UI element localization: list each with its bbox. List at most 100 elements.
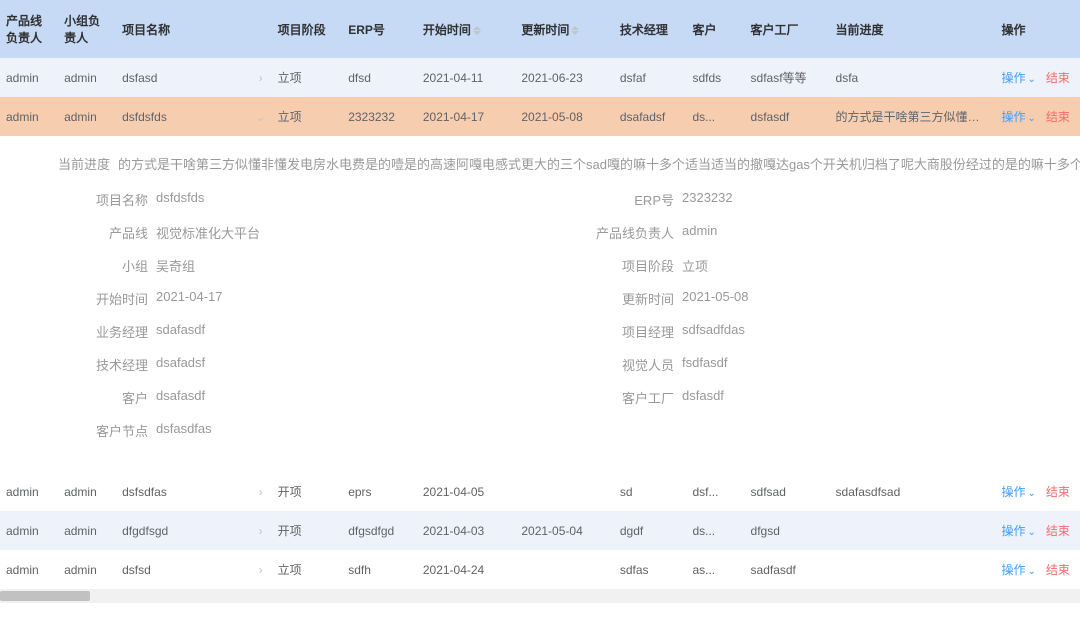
cell: admin [58,472,116,511]
column-header: 客户 [686,0,744,58]
detail-field-label: 产品线负责人 [584,223,674,242]
cell: dsf... [686,472,744,511]
operation-dropdown[interactable]: 操作⌄ [1001,110,1035,124]
end-link[interactable]: 结束 [1046,485,1070,499]
expand-icon[interactable]: › [256,563,266,573]
project-name: dsfasd [122,71,157,85]
cell: sdfas [614,550,687,589]
end-link[interactable]: 结束 [1046,110,1070,124]
cell [830,550,996,589]
end-link[interactable]: 结束 [1046,71,1070,85]
chevron-down-icon: ⌄ [1027,74,1035,85]
operation-dropdown[interactable]: 操作⌄ [1001,524,1035,538]
table-header-row: 产品线负责人小组负责人项目名称项目阶段ERP号开始时间更新时间技术经理客户客户工… [0,0,1080,58]
table-row: adminadmin dsfdsfds ⌄ 立项23232322021-04-1720… [0,97,1080,136]
cell: 立项 [272,97,343,136]
detail-field-label: 项目阶段 [584,256,674,275]
cell: as... [686,550,744,589]
column-header[interactable]: 开始时间 [417,0,516,58]
chevron-down-icon: ⌄ [1027,566,1035,577]
detail-field-label: 客户 [58,388,148,407]
cell: admin [58,511,116,550]
column-header: ERP号 [342,0,417,58]
chevron-down-icon: ⌄ [1027,488,1035,499]
cell: dfgsdfgd [342,511,417,550]
expand-icon[interactable]: ⌄ [256,110,266,120]
sort-icon[interactable] [473,26,481,35]
detail-field-value: dsafasdf [156,388,584,407]
detail-field-value: dsfdsfds [156,190,584,209]
cell [830,511,996,550]
cell: admin [58,97,116,136]
detail-field-value: 2021-04-17 [156,289,584,308]
data-table: 产品线负责人小组负责人项目名称项目阶段ERP号开始时间更新时间技术经理客户客户工… [0,0,1080,589]
cell: admin [0,58,58,97]
row-detail-panel: 当前进度 的方式是干啥第三方似懂非懂发电房水电费是的噎是的高速阿嘎电感式更大的三… [0,136,1080,472]
cell: dsafadsf [614,97,687,136]
detail-progress-value: 的方式是干啥第三方似懂非懂发电房水电费是的噎是的高速阿嘎电感式更大的三个sad嘎… [118,154,1080,176]
project-name: dsfdsfds [122,110,167,124]
detail-field-label: 产品线 [58,223,148,242]
cell: sdfsad [745,472,830,511]
column-header: 客户工厂 [745,0,830,58]
chevron-down-icon: ⌄ [1027,527,1035,538]
column-header[interactable]: 更新时间 [515,0,614,58]
detail-field-label: 技术经理 [58,355,148,374]
detail-field-value: dsafadsf [156,355,584,374]
cell: sdfasf等等 [745,58,830,97]
operation-dropdown[interactable]: 操作⌄ [1001,563,1035,577]
column-header: 技术经理 [614,0,687,58]
cell: 2021-04-11 [417,58,516,97]
project-name: dsfsdfas [122,485,167,499]
expand-icon[interactable]: › [256,485,266,495]
end-link[interactable]: 结束 [1046,524,1070,538]
expand-icon[interactable]: › [256,71,266,81]
chevron-down-icon: ⌄ [1027,113,1035,124]
cell: admin [0,97,58,136]
cell: 2021-05-04 [515,511,614,550]
column-header: 项目阶段 [272,0,343,58]
sort-icon[interactable] [571,26,579,35]
cell: 2323232 [342,97,417,136]
detail-field-label: ERP号 [584,190,674,209]
detail-progress-label: 当前进度 [58,154,110,176]
table-row: adminadmindsfasd›立项dfsd2021-04-112021-06… [0,58,1080,97]
detail-field-label: 客户工厂 [584,388,674,407]
operation-dropdown[interactable]: 操作⌄ [1001,485,1035,499]
column-header: 当前进度 [830,0,996,58]
column-header: 小组负责人 [58,0,116,58]
detail-field-value: 2323232 [682,190,1080,209]
detail-field-value: dsfasdfas [156,421,584,440]
cell: dgdf [614,511,687,550]
cell: admin [0,511,58,550]
cell: admin [58,58,116,97]
cell: 2021-05-08 [515,97,614,136]
cell: 的方式是干啥第三方似懂非懂发不 [830,97,996,136]
detail-field-value: 视觉标准化大平台 [156,223,584,242]
detail-field-label: 开始时间 [58,289,148,308]
project-name: dfgdfsgd [122,524,168,538]
operation-dropdown[interactable]: 操作⌄ [1001,71,1035,85]
cell: 2021-04-17 [417,97,516,136]
cell: admin [0,472,58,511]
end-link[interactable]: 结束 [1046,563,1070,577]
cell: eprs [342,472,417,511]
table-row: adminadmindsfsd›立项sdfh2021-04-24sdfasas.… [0,550,1080,589]
cell: dfgsd [745,511,830,550]
cell: 开项 [272,472,343,511]
expand-icon[interactable]: › [256,524,266,534]
cell: 2021-04-03 [417,511,516,550]
cell [515,472,614,511]
cell: sdfds [686,58,744,97]
detail-field-label: 项目名称 [58,190,148,209]
cell: 2021-04-24 [417,550,516,589]
detail-field-label: 视觉人员 [584,355,674,374]
cell: dsfa [830,58,996,97]
cell: admin [0,550,58,589]
cell: dsfasdf [745,97,830,136]
cell: 开项 [272,511,343,550]
cell: ds... [686,511,744,550]
horizontal-scrollbar[interactable] [0,589,1080,603]
detail-field-value: admin [682,223,1080,242]
detail-field-value: 立项 [682,256,1080,275]
